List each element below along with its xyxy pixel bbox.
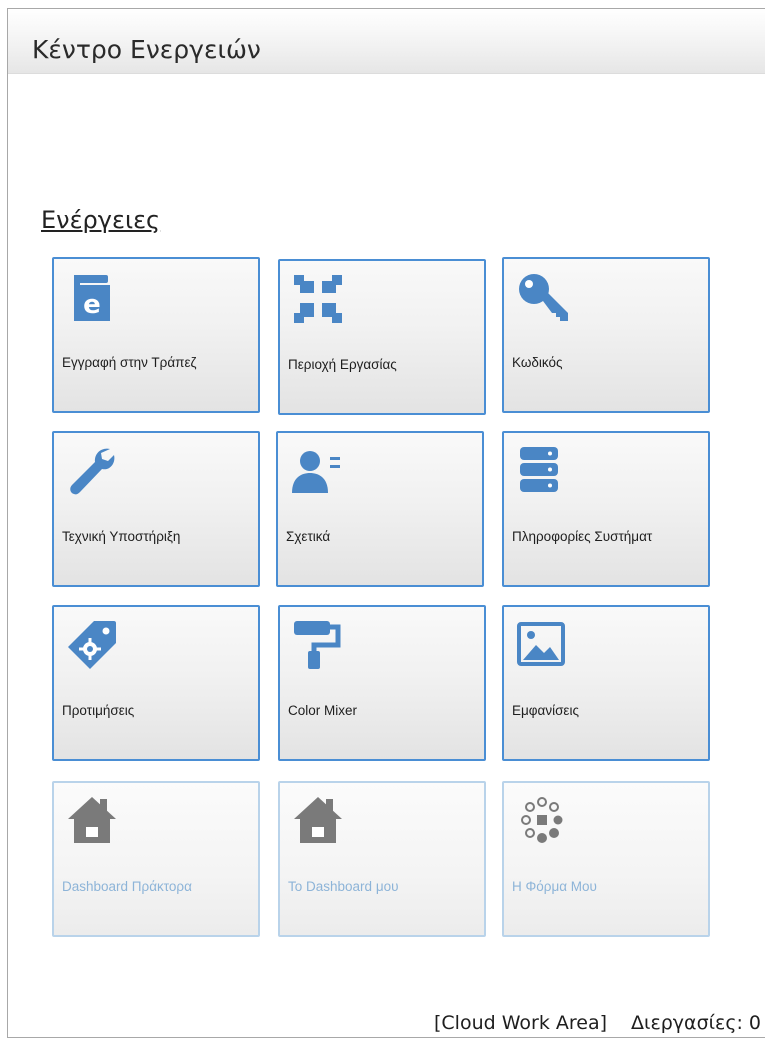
- tile-color-mixer[interactable]: Color Mixer: [278, 605, 486, 761]
- user-list-icon: [292, 451, 340, 493]
- tile-label: Περιοχή Εργασίας: [288, 357, 397, 372]
- tile-system-info[interactable]: Πληροφορίες Συστήματ: [502, 431, 710, 587]
- tag-gear-icon: [68, 621, 116, 669]
- book-e-icon: e: [74, 275, 110, 321]
- image-icon: [517, 622, 565, 666]
- spinner-icon: [521, 797, 563, 843]
- compress-icon: [294, 275, 342, 323]
- tile-label: Η Φόρμα Μου: [512, 879, 597, 894]
- tile-label: Dashboard Πράκτορα: [62, 879, 192, 894]
- window-title: Κέντρο Ενεργειών: [32, 35, 261, 64]
- status-bar: [Cloud Work Area] Διεργασίες: 0: [434, 1012, 761, 1034]
- key-icon: [519, 274, 568, 321]
- server-icon: [520, 447, 558, 492]
- work-area-indicator: [Cloud Work Area]: [433, 1012, 607, 1034]
- tile-about[interactable]: Σχετικά: [276, 431, 484, 587]
- title-bar: Κέντρο Ενεργειών: [8, 9, 765, 74]
- wrench-icon: [70, 448, 115, 495]
- tile-label: Το Dashboard μου: [288, 879, 399, 894]
- process-count: Διεργασίες: 0: [631, 1012, 761, 1034]
- tile-agent-dashboard[interactable]: Dashboard Πράκτορα: [52, 781, 260, 937]
- tile-work-area[interactable]: Περιοχή Εργασίας: [278, 259, 486, 415]
- tile-bank-registration[interactable]: e Εγγραφή στην Τράπεζ: [52, 257, 260, 413]
- tile-label: Color Mixer: [288, 703, 358, 718]
- tile-preferences[interactable]: Προτιμήσεις: [52, 605, 260, 761]
- tile-password[interactable]: Κωδικός: [502, 257, 710, 413]
- paint-roller-icon: [294, 621, 341, 669]
- tile-my-dashboard[interactable]: Το Dashboard μου: [278, 781, 486, 937]
- section-heading: Ενέργειες: [41, 206, 161, 234]
- tile-my-form[interactable]: Η Φόρμα Μου: [502, 781, 710, 937]
- tile-appearance[interactable]: Εμφανίσεις: [502, 605, 710, 761]
- home-icon: [68, 797, 116, 843]
- tile-label: Σχετικά: [286, 529, 331, 544]
- tile-label: Πληροφορίες Συστήματ: [512, 529, 653, 544]
- action-center-window: Κέντρο Ενεργειών Ενέργειες e Εγγραφή στη…: [7, 8, 765, 1038]
- tile-label: Εμφανίσεις: [512, 703, 579, 718]
- tile-label: Τεχνική Υποστήριξη: [62, 529, 181, 544]
- tile-label: Εγγραφή στην Τράπεζ: [62, 355, 197, 370]
- tile-tech-support[interactable]: Τεχνική Υποστήριξη: [52, 431, 260, 587]
- svg-text:e: e: [83, 290, 101, 320]
- tile-label: Προτιμήσεις: [62, 703, 135, 718]
- home-icon: [294, 797, 342, 843]
- tile-label: Κωδικός: [512, 355, 563, 370]
